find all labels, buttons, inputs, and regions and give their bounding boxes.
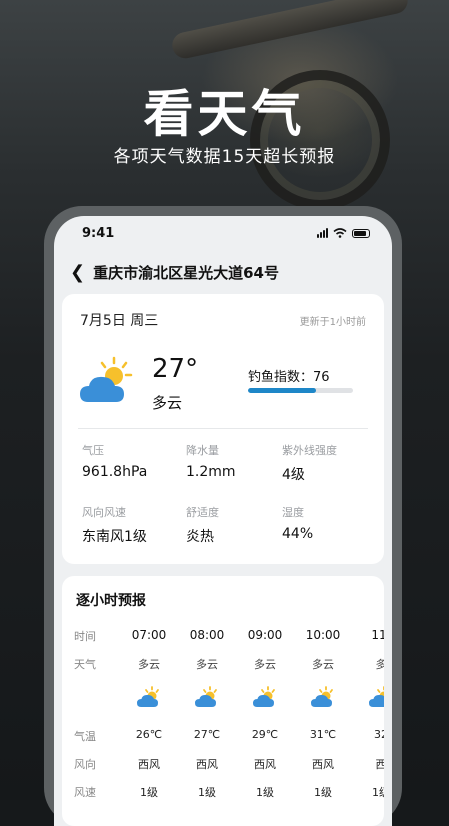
current-temperature: 27° (152, 354, 199, 384)
update-time: 更新于1小时前 (299, 316, 366, 328)
phone-mockup: 9:41 ❮ 重庆市渝北区星光大道64号 7月5日 周三 更新于1小时前 27°… (44, 206, 402, 826)
detail-label: 紫外线强度 (282, 444, 337, 457)
status-icons (317, 228, 370, 238)
row-label-weather: 天气 (74, 658, 96, 671)
partly-cloudy-icon (368, 686, 384, 708)
hour-time: 10:00 (305, 628, 341, 642)
today-date: 7月5日 周三 (80, 313, 159, 329)
detail-label: 湿度 (282, 506, 304, 519)
detail-wind: 风向风速 东南风1级 (82, 504, 182, 546)
fishing-index: 钓鱼指数：76 (248, 366, 330, 385)
today-card: 7月5日 周三 更新于1小时前 27° 多云 钓鱼指数：76 气压 961.8h… (62, 294, 384, 564)
hour-temperature: 29℃ (251, 728, 279, 741)
row-label-time: 时间 (74, 630, 96, 643)
hour-wind-direction: 西风 (196, 758, 218, 771)
fishing-index-label: 钓鱼指数： (248, 370, 314, 385)
detail-value: 炎热 (186, 529, 214, 545)
hour-condition: 多云 (196, 658, 218, 671)
hour-wind-speed: 1级 (314, 786, 332, 799)
hour-time: 09:00 (247, 628, 283, 642)
fishing-index-bar (248, 388, 353, 393)
divider (78, 428, 368, 429)
hero-title: 看天气 (143, 85, 306, 143)
hour-time: 07:00 (131, 628, 167, 642)
hour-wind-speed: 1级 (198, 786, 216, 799)
wifi-icon (333, 228, 347, 238)
partly-cloudy-icon (80, 356, 133, 402)
detail-value: 961.8hPa (82, 464, 148, 480)
detail-precipitation: 降水量 1.2mm (186, 442, 286, 480)
detail-value: 东南风1级 (82, 529, 147, 545)
chevron-left-icon[interactable]: ❮ (70, 262, 85, 283)
hour-wind-speed: 1级 (372, 786, 384, 799)
battery-icon (352, 228, 370, 238)
hour-temperature: 26℃ (135, 728, 163, 741)
hour-temperature: 32 (374, 728, 384, 741)
partly-cloudy-icon (136, 686, 162, 708)
hour-condition: 多云 (312, 658, 334, 671)
hour-condition: 多 (375, 658, 385, 671)
hour-temperature: 31℃ (309, 728, 337, 741)
current-weather: 27° 多云 钓鱼指数：76 (78, 352, 368, 422)
hour-temperature: 27℃ (193, 728, 221, 741)
detail-label: 降水量 (186, 444, 219, 457)
status-bar: 9:41 (54, 216, 392, 250)
detail-value: 44% (282, 526, 314, 542)
detail-uv: 紫外线强度 4级 (282, 442, 382, 484)
detail-comfort: 舒适度 炎热 (186, 504, 286, 546)
detail-value: 4级 (282, 467, 305, 483)
detail-label: 气压 (82, 444, 104, 457)
fishing-index-fill (248, 388, 317, 393)
partly-cloudy-icon (252, 686, 278, 708)
hour-time: 08:00 (189, 628, 225, 642)
hour-wind-direction: 西 (375, 758, 385, 771)
hour-wind-direction: 西风 (254, 758, 276, 771)
row-label-wind-dir: 风向 (74, 758, 96, 771)
hero-subtitle: 各项天气数据15天超长预报 (113, 147, 336, 167)
location-bar: ❮ 重庆市渝北区星光大道64号 (54, 250, 392, 294)
status-time: 9:41 (82, 225, 115, 241)
hourly-forecast-card[interactable]: 逐小时预报 时间 天气 气温 风向 风速 07:00 多云 26℃ 西风 1级 08:00… (62, 576, 384, 826)
hour-wind-speed: 1级 (256, 786, 274, 799)
partly-cloudy-icon (194, 686, 220, 708)
fishing-index-value: 76 (313, 370, 330, 385)
hour-wind-speed: 1级 (140, 786, 158, 799)
row-label-wind-speed: 风速 (74, 786, 96, 799)
location-title: 重庆市渝北区星光大道64号 (93, 263, 279, 282)
row-label-temp: 气温 (74, 730, 96, 743)
hour-time: 11: (371, 628, 384, 642)
current-condition: 多云 (152, 394, 183, 412)
partly-cloudy-icon (310, 686, 336, 708)
detail-pressure: 气压 961.8hPa (82, 442, 182, 480)
detail-value: 1.2mm (186, 464, 236, 480)
detail-label: 风向风速 (82, 506, 126, 519)
hourly-title: 逐小时预报 (76, 593, 146, 609)
detail-humidity: 湿度 44% (282, 504, 382, 542)
detail-label: 舒适度 (186, 506, 219, 519)
hour-wind-direction: 西风 (138, 758, 160, 771)
hour-condition: 多云 (254, 658, 276, 671)
signal-icon (317, 228, 328, 238)
phone-screen: 9:41 ❮ 重庆市渝北区星光大道64号 7月5日 周三 更新于1小时前 27°… (54, 216, 392, 826)
hour-wind-direction: 西风 (312, 758, 334, 771)
hour-condition: 多云 (138, 658, 160, 671)
